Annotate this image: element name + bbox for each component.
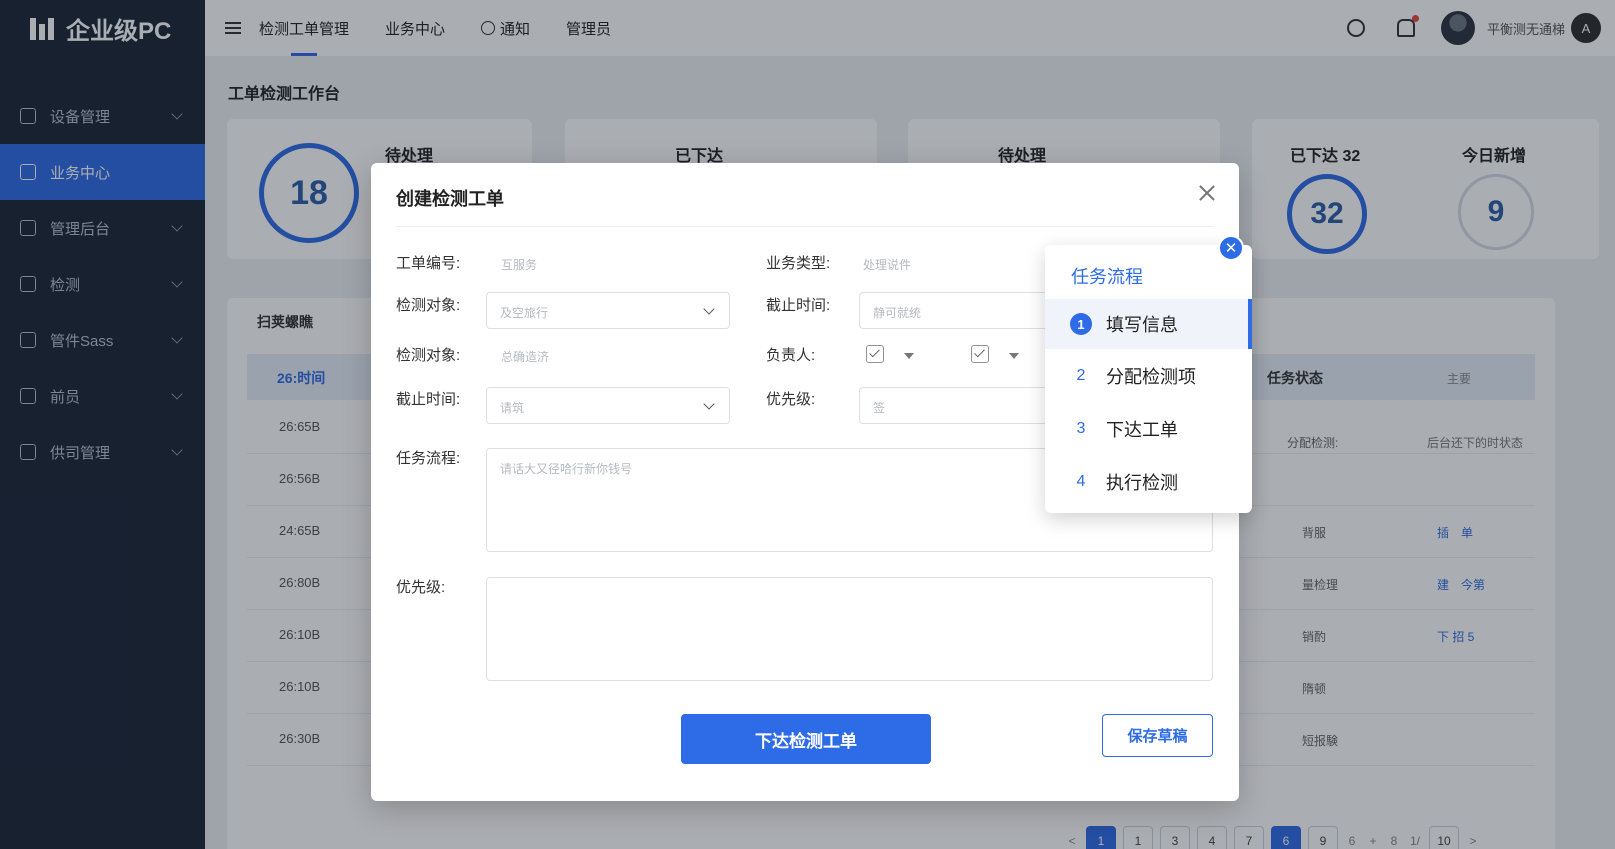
owner-checkbox-1[interactable] xyxy=(866,345,884,363)
step-label: 下达工单 xyxy=(1106,420,1178,440)
task-flow-panel: 任务流程 1 填写信息 2 分配检测项 3 下达工单 4 执行检测 xyxy=(1045,245,1252,513)
target-select[interactable]: 及空旅行 xyxy=(486,292,730,329)
flow-step-2[interactable]: 2 分配检测项 xyxy=(1045,351,1252,401)
close-icon[interactable] xyxy=(1197,183,1217,203)
step-number: 4 xyxy=(1076,473,1086,490)
priority2-label: 优先级: xyxy=(396,579,446,596)
flow-textarea-placeholder: 请话大又径哈行新你钱号 xyxy=(500,462,633,476)
step-label: 分配检测项 xyxy=(1106,367,1196,387)
biz-type-label: 业务类型: xyxy=(766,255,831,272)
target-label: 检测对象: xyxy=(396,297,461,314)
chevron-down-icon xyxy=(703,398,715,410)
deadline2-select[interactable]: 请筑 xyxy=(486,387,730,424)
caret-down-icon[interactable] xyxy=(1009,353,1019,359)
flow-panel-title: 任务流程 xyxy=(1071,267,1143,287)
submit-order-button[interactable]: 下达检测工单 xyxy=(681,714,931,764)
deadline2-select-value: 请筑 xyxy=(500,401,525,415)
owner-checkbox-2[interactable] xyxy=(971,345,989,363)
step-label: 执行检测 xyxy=(1106,473,1178,493)
flow-step-1[interactable]: 1 填写信息 xyxy=(1045,299,1252,349)
order-no-value: 互服务 xyxy=(501,258,538,272)
owner-label: 负责人: xyxy=(766,347,816,364)
order-no-label: 工单编号: xyxy=(396,255,461,272)
step-number: 1 xyxy=(1070,313,1092,335)
step-number: 2 xyxy=(1076,367,1086,384)
biz-type-value: 处理说件 xyxy=(863,258,912,272)
deadline-input-value: 静可就统 xyxy=(873,306,922,320)
deadline2-label: 截止时间: xyxy=(396,391,461,408)
flow-step-4[interactable]: 4 执行检测 xyxy=(1045,457,1252,507)
divider xyxy=(396,226,1214,227)
deadline-label: 截止时间: xyxy=(766,297,831,314)
chevron-down-icon xyxy=(703,303,715,315)
target-select-value: 及空旅行 xyxy=(500,306,549,320)
priority-input-value: 签 xyxy=(873,401,886,415)
priority-textarea[interactable] xyxy=(486,577,1213,681)
save-draft-button[interactable]: 保存草稿 xyxy=(1102,714,1213,757)
step-label: 填写信息 xyxy=(1106,315,1178,335)
deadline-input[interactable]: 静可就统 xyxy=(859,292,1069,329)
step-number: 3 xyxy=(1076,420,1086,437)
close-icon[interactable]: ✕ xyxy=(1218,235,1244,261)
priority-input[interactable]: 签 xyxy=(859,387,1069,424)
priority-label: 优先级: xyxy=(766,391,816,408)
caret-down-icon[interactable] xyxy=(904,353,914,359)
target2-label: 检测对象: xyxy=(396,347,461,364)
dialog-title: 创建检测工单 xyxy=(396,189,504,209)
target2-value: 总确造济 xyxy=(501,350,550,364)
flow-step-3[interactable]: 3 下达工单 xyxy=(1045,404,1252,454)
flow-label: 任务流程: xyxy=(396,450,461,467)
